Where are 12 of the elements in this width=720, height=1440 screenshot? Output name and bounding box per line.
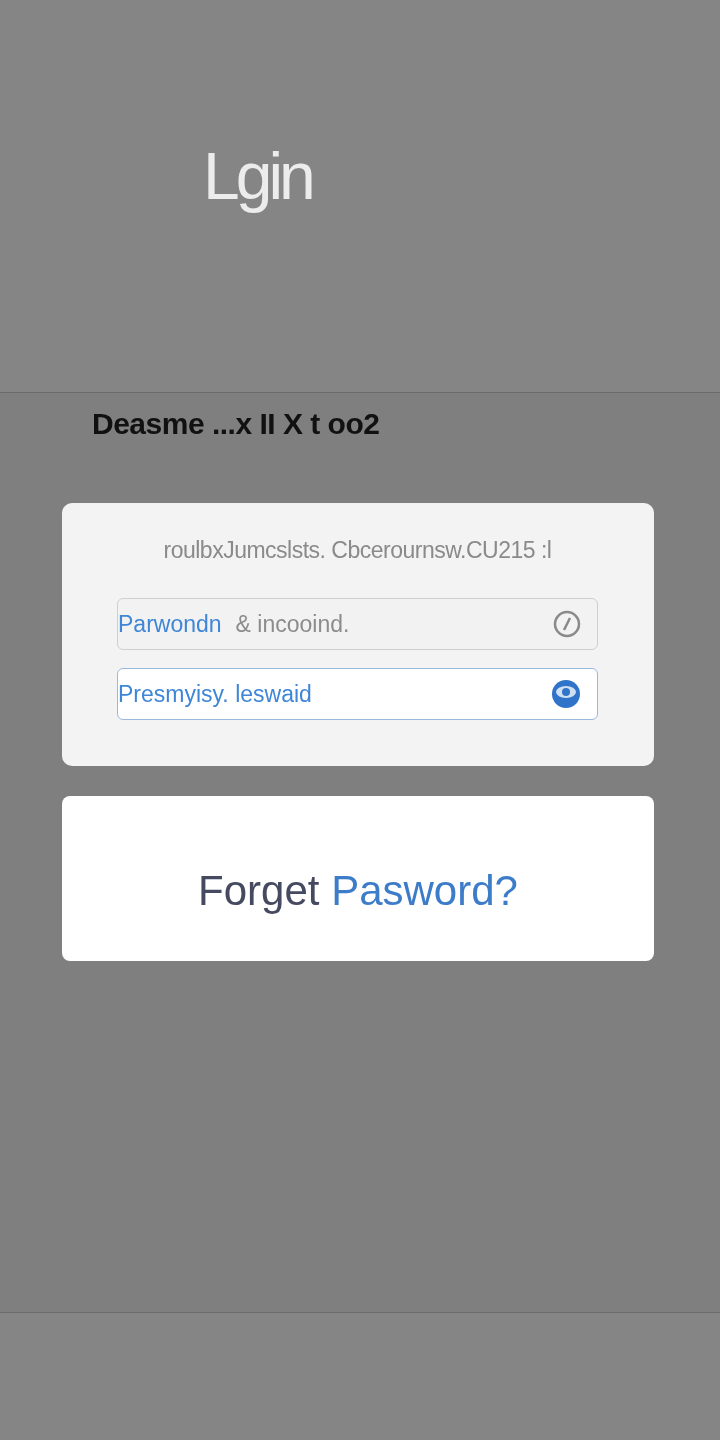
subtitle: Deasme ...x ІІ Х t oo2 xyxy=(92,407,381,441)
eye-icon[interactable] xyxy=(551,679,581,709)
forgot-password-link[interactable]: Pasword? xyxy=(331,866,518,914)
field-value: & incooind. xyxy=(235,610,351,638)
card-caption: roulbxJumcslsts. Cbcerournsw.CU215 :l xyxy=(162,537,553,564)
slash-circle-icon[interactable] xyxy=(553,610,581,638)
input-field[interactable]: Parwondn & incooind. xyxy=(117,598,598,650)
field-value: Presmyisy. leswaid xyxy=(118,680,313,708)
page-title: Lgin xyxy=(203,138,312,214)
input-field[interactable]: Presmyisy. leswaid xyxy=(117,668,598,720)
field-label: Parwondn xyxy=(118,610,222,638)
forgot-password-text: Forget Pasword? xyxy=(198,866,518,915)
